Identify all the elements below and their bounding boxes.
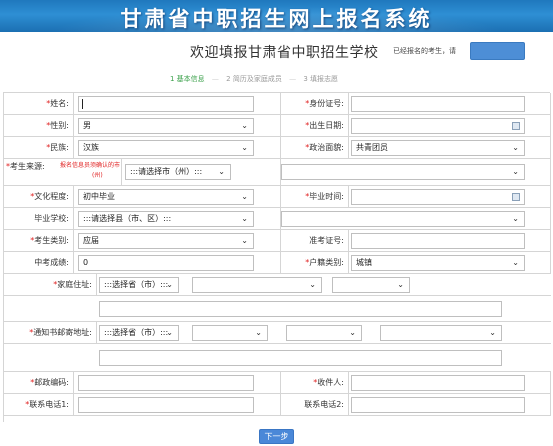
form-row: 中考成绩: 0 * 户籍类别: 城镇 ⌄ xyxy=(4,252,551,274)
gender-label: * 性别: xyxy=(4,115,74,136)
category-label: * 考生类别: xyxy=(4,230,74,251)
address-province-select[interactable]: :::选择省（市）::: ⌄ xyxy=(99,277,179,293)
calendar-icon xyxy=(512,193,520,201)
calendar-icon xyxy=(512,122,520,130)
political-status-select[interactable]: 共青团员 ⌄ xyxy=(351,140,525,156)
chevron-down-icon: ⌄ xyxy=(241,143,248,152)
household-label: * 户籍类别: xyxy=(281,252,349,273)
education-label: * 文化程度: xyxy=(4,186,74,207)
phone1-label: * 联系电话1: xyxy=(4,394,74,415)
basic-info-form: * 姓名: * 身份证号: * 性别: 男 ⌄ * 出生日期: * 民族: 汉族 ⌄ xyxy=(3,92,551,422)
form-row: * 邮政编码: * 收件人: xyxy=(4,372,551,394)
form-row: * 文化程度: 初中毕业 ⌄ * 毕业时间: xyxy=(4,186,551,208)
ethnicity-label: * 民族: xyxy=(4,137,74,158)
chevron-down-icon: ⌄ xyxy=(512,167,519,176)
school-select[interactable]: ⌄ xyxy=(281,211,525,227)
id-number-input[interactable] xyxy=(351,96,525,112)
step-indicator: 1 基本信息 — 2 简历及家庭成员 — 3 填报志愿 xyxy=(170,74,338,84)
school-county-select[interactable]: :::请选择县（市、区）::: ⌄ xyxy=(78,211,254,227)
step-separator: — xyxy=(289,75,297,83)
phone2-input[interactable] xyxy=(351,397,525,413)
recipient-input[interactable] xyxy=(351,375,525,391)
origin-city-select[interactable]: :::请选择市（州）::: ⌄ xyxy=(125,164,231,180)
step-separator: — xyxy=(211,75,219,83)
postcode-input[interactable] xyxy=(78,375,254,391)
mail-town-select[interactable]: ⌄ xyxy=(380,325,502,341)
mail-detail-input[interactable] xyxy=(99,350,502,366)
chevron-down-icon: ⌄ xyxy=(512,258,519,267)
next-button[interactable]: 下一步 xyxy=(259,429,294,444)
chevron-down-icon: ⌄ xyxy=(241,121,248,130)
category-select[interactable]: 应届 ⌄ xyxy=(78,233,254,249)
chevron-down-icon: ⌄ xyxy=(512,214,519,223)
name-label: * 姓名: xyxy=(4,93,74,114)
ethnicity-select[interactable]: 汉族 ⌄ xyxy=(78,140,254,156)
mail-city-select[interactable]: ⌄ xyxy=(192,325,268,341)
chevron-down-icon: ⌄ xyxy=(255,328,262,337)
chevron-down-icon: ⌄ xyxy=(166,328,173,337)
form-row xyxy=(4,296,551,322)
step-resume-family: 2 简历及家庭成员 xyxy=(226,75,282,83)
school-label: 毕业学校: xyxy=(4,208,74,229)
form-row: * 民族: 汉族 ⌄ * 政治面貌: 共青团员 ⌄ xyxy=(4,137,551,159)
birth-date-label: * 出生日期: xyxy=(281,115,349,136)
form-row: 毕业学校: :::请选择县（市、区）::: ⌄ ⌄ xyxy=(4,208,551,230)
score-label: 中考成绩: xyxy=(4,252,74,273)
political-status-label: * 政治面貌: xyxy=(281,137,349,158)
graduation-time-label: * 毕业时间: xyxy=(281,186,349,207)
form-row: * 家庭住址: :::选择省（市）::: ⌄ ⌄ ⌄ xyxy=(4,274,551,296)
ticket-number-label: 准考证号: xyxy=(281,230,349,251)
chevron-down-icon: ⌄ xyxy=(241,214,248,223)
site-title: 甘肃省中职招生网上报名系统 xyxy=(120,6,433,31)
login-button[interactable] xyxy=(470,42,525,60)
mail-province-select[interactable]: :::选择省（市）::: ⌄ xyxy=(99,325,179,341)
page-heading: 欢迎填报甘肃省中职招生学校 xyxy=(190,45,379,61)
name-input[interactable] xyxy=(78,96,254,112)
form-row: *考生来源: 报名信息员须确认的市 (州) :::请选择市（州）::: ⌄ ⌄ xyxy=(4,159,551,186)
step-choose-school: 3 填报志愿 xyxy=(303,75,338,83)
form-row: * 联系电话1: 联系电话2: xyxy=(4,394,551,416)
gender-select[interactable]: 男 ⌄ xyxy=(78,118,254,134)
origin-county-select[interactable]: ⌄ xyxy=(281,164,525,180)
score-input[interactable]: 0 xyxy=(78,255,254,271)
education-select[interactable]: 初中毕业 ⌄ xyxy=(78,189,254,205)
chevron-down-icon: ⌄ xyxy=(489,328,496,337)
chevron-down-icon: ⌄ xyxy=(309,280,316,289)
origin-label: *考生来源: xyxy=(6,162,45,171)
chevron-down-icon: ⌄ xyxy=(397,280,404,289)
address-label: * 家庭住址: xyxy=(4,274,97,295)
chevron-down-icon: ⌄ xyxy=(349,328,356,337)
form-row: * 性别: 男 ⌄ * 出生日期: xyxy=(4,115,551,137)
address-detail-input[interactable] xyxy=(99,301,502,317)
site-banner: 甘肃省中职招生网上报名系统 xyxy=(0,0,553,32)
ticket-number-input[interactable] xyxy=(351,233,525,249)
chevron-down-icon: ⌄ xyxy=(512,143,519,152)
chevron-down-icon: ⌄ xyxy=(241,192,248,201)
birth-date-input[interactable] xyxy=(351,118,525,134)
form-row: * 通知书邮寄地址: :::选择省（市）::: ⌄ ⌄ ⌄ ⌄ xyxy=(4,322,551,344)
form-row xyxy=(4,344,551,372)
chevron-down-icon: ⌄ xyxy=(166,280,173,289)
chevron-down-icon: ⌄ xyxy=(241,236,248,245)
registration-page: 甘肃省中职招生网上报名系统 欢迎填报甘肃省中职招生学校 已经报名的考生，请 1 … xyxy=(0,0,553,446)
registered-hint: 已经报名的考生，请 xyxy=(393,47,456,55)
origin-note-unit: (州) xyxy=(92,172,103,179)
form-row: * 考生类别: 应届 ⌄ 准考证号: xyxy=(4,230,551,252)
origin-note: 报名信息员须确认的市 xyxy=(60,162,121,169)
id-number-label: * 身份证号: xyxy=(281,93,349,114)
address-city-select[interactable]: ⌄ xyxy=(192,277,322,293)
mail-county-select[interactable]: ⌄ xyxy=(286,325,362,341)
recipient-label: * 收件人: xyxy=(281,372,349,393)
phone2-label: 联系电话2: xyxy=(281,394,349,415)
graduation-time-input[interactable] xyxy=(351,189,525,205)
postcode-label: * 邮政编码: xyxy=(4,372,74,393)
phone1-input[interactable] xyxy=(78,397,254,413)
step-basic-info: 1 基本信息 xyxy=(170,75,205,83)
mail-address-label: * 通知书邮寄地址: xyxy=(4,322,97,343)
address-county-select[interactable]: ⌄ xyxy=(332,277,410,293)
chevron-down-icon: ⌄ xyxy=(218,167,225,176)
form-row: * 姓名: * 身份证号: xyxy=(4,93,551,115)
household-select[interactable]: 城镇 ⌄ xyxy=(351,255,525,271)
